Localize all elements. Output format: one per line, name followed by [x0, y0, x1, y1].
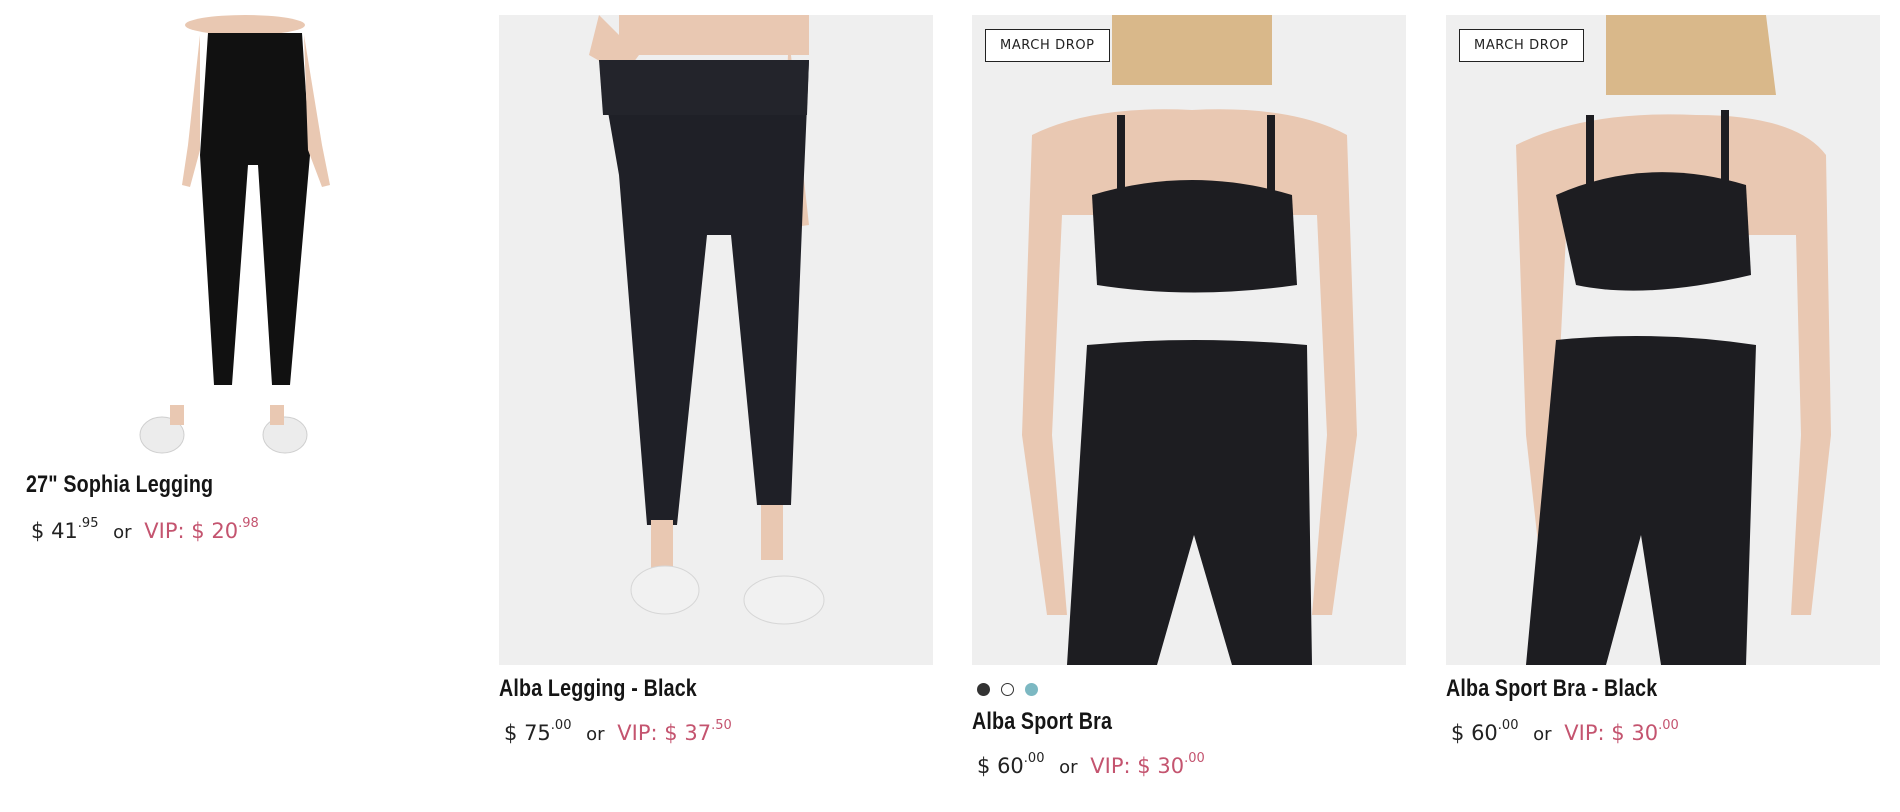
price-row: $ 75.00 or VIP: $ 37.50: [504, 718, 732, 745]
swatch-blue[interactable]: [1025, 683, 1038, 696]
price: 60: [1471, 721, 1498, 745]
product-name[interactable]: Alba Sport Bra: [972, 708, 1328, 736]
legging-figure-image: [139, 15, 330, 454]
price: 60: [997, 754, 1024, 778]
price-row: $ 60.00 or VIP: $ 30.00: [977, 751, 1205, 778]
price-row: $ 41.95 or VIP: $ 20.98: [31, 516, 259, 543]
legging-figure-image: [589, 15, 825, 625]
vip-price: VIP: $ 30.00: [1090, 751, 1205, 778]
product-name[interactable]: Alba Sport Bra - Black: [1446, 675, 1802, 703]
price: 41: [51, 519, 78, 543]
product-image[interactable]: MARCH DROP: [1446, 15, 1880, 665]
product-card-alba-sport-bra[interactable]: MARCH DROP Alba Sport Bra $ 60.00 or VIP…: [972, 0, 1406, 778]
march-drop-badge: MARCH DROP: [985, 29, 1110, 62]
vip-price: VIP: $ 37.50: [617, 718, 732, 745]
sport-bra-figure-image: [1022, 15, 1357, 665]
product-image[interactable]: [499, 15, 933, 665]
product-name[interactable]: 27" Sophia Legging: [26, 471, 390, 499]
price: 75: [524, 721, 551, 745]
product-image[interactable]: MARCH DROP: [972, 15, 1406, 665]
product-name[interactable]: Alba Legging - Black: [499, 675, 855, 703]
product-card-alba-sport-bra-black[interactable]: MARCH DROP Alba Sport Bra - Black $ 60.0…: [1446, 0, 1880, 745]
product-card-alba-legging-black[interactable]: Alba Legging - Black $ 75.00 or VIP: $ 3…: [499, 0, 933, 745]
price-row: $ 60.00 or VIP: $ 30.00: [1451, 718, 1679, 745]
vip-price: VIP: $ 30.00: [1564, 718, 1679, 745]
product-card-sophia-legging[interactable]: 27" Sophia Legging $ 41.95 or VIP: $ 20.…: [0, 0, 470, 543]
swatch-black[interactable]: [977, 683, 990, 696]
march-drop-badge: MARCH DROP: [1459, 29, 1584, 62]
vip-price: VIP: $ 20.98: [144, 516, 259, 543]
product-image[interactable]: [0, 15, 470, 455]
color-swatches: [977, 683, 1406, 696]
swatch-white[interactable]: [1001, 683, 1014, 696]
sport-bra-figure-image: [1516, 15, 1831, 665]
